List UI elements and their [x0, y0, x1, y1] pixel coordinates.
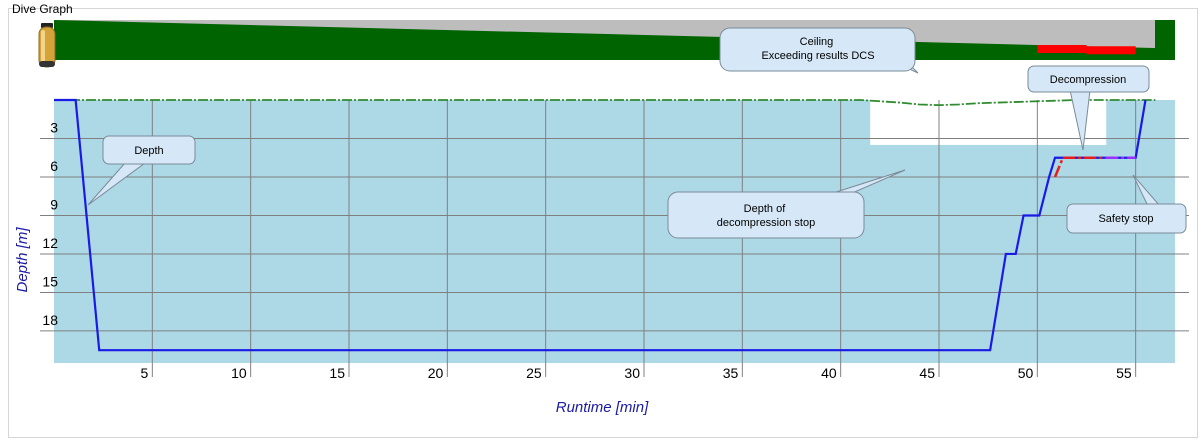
- x-tick-label: 15: [329, 365, 345, 381]
- y-tick-label: 12: [42, 235, 58, 251]
- gas-warning-segment: [1086, 46, 1136, 55]
- y-tick-label: 9: [50, 196, 58, 212]
- dive-graph-chart: 5 10 15 20 25 30 35 40 45 50 55 3 6 9 12 15 18 Runtime …: [14, 20, 1189, 416]
- y-axis-label: Depth [m]: [14, 227, 31, 293]
- x-axis-ticks: 5 10 15 20 25 30 35 40 45 50 55: [141, 365, 1132, 381]
- x-tick-label: 5: [141, 365, 149, 381]
- x-tick-label: 50: [1018, 365, 1034, 381]
- callout-box: [667, 191, 865, 239]
- x-tick-label: 30: [624, 365, 640, 381]
- y-tick-label: 6: [50, 158, 58, 174]
- y-tick-label: 18: [42, 312, 58, 328]
- x-tick-label: 35: [723, 365, 739, 381]
- gas-warning-segment: [1037, 45, 1087, 54]
- callout-line: Exceeding results DCS: [761, 50, 874, 62]
- x-tick-label: 55: [1116, 365, 1132, 381]
- callout-line: Depth of: [744, 203, 787, 215]
- x-tick-label: 20: [428, 365, 444, 381]
- gas-bar: [54, 20, 1175, 60]
- callout-ceiling: Ceiling Exceeding results DCS: [719, 27, 919, 74]
- y-tick-label: 15: [42, 273, 58, 289]
- callout-line: decompression stop: [717, 217, 815, 229]
- x-tick-label: 10: [231, 365, 247, 381]
- callout-text: Decompression: [1050, 74, 1126, 86]
- callout-text: Depth: [134, 145, 163, 157]
- callout-line: Ceiling: [800, 36, 834, 48]
- y-tick-label: 3: [50, 119, 58, 135]
- x-tick-label: 25: [526, 365, 542, 381]
- scuba-tank-icon: [38, 23, 56, 68]
- x-axis-label: Runtime [min]: [556, 399, 649, 416]
- x-tick-label: 45: [919, 365, 935, 381]
- x-tick-label: 40: [821, 365, 837, 381]
- callout-text: Safety stop: [1098, 213, 1153, 225]
- gas-bar-end: [1155, 20, 1175, 60]
